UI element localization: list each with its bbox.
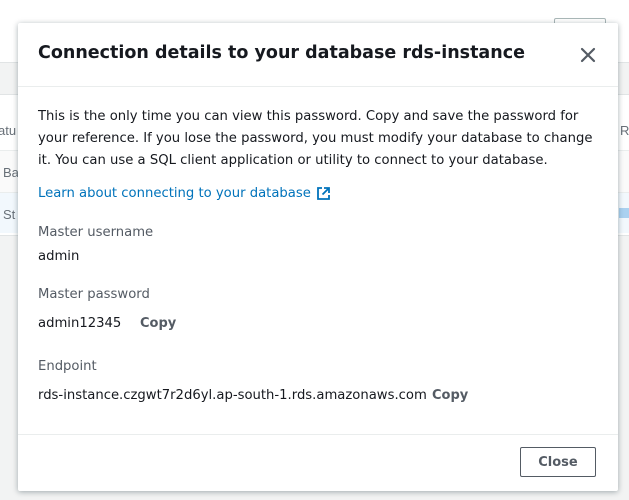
background-progress-bar	[619, 208, 629, 218]
master-username-value: admin	[38, 249, 80, 264]
background-text: Ba	[3, 165, 19, 180]
endpoint-value: rds-instance.czgwt7r2d6yl.ap-south-1.rds…	[38, 388, 427, 403]
master-password-label: Master password	[38, 287, 150, 302]
background-text: atu	[0, 123, 17, 138]
close-icon[interactable]	[579, 46, 597, 64]
endpoint-label: Endpoint	[38, 359, 97, 374]
background-text: R	[620, 123, 629, 138]
modal-footer: Close	[18, 434, 618, 492]
close-button[interactable]: Close	[520, 447, 596, 477]
modal-header: Connection details to your database rds-…	[18, 23, 618, 87]
background-text: St	[3, 207, 16, 222]
master-username-label: Master username	[38, 225, 154, 240]
copy-endpoint-button[interactable]: Copy	[432, 388, 468, 403]
learn-link-label: Learn about connecting to your database	[38, 186, 311, 201]
modal-title: Connection details to your database rds-…	[38, 43, 525, 63]
master-password-value: admin12345	[38, 316, 122, 331]
intro-text: This is the only time you can view this …	[38, 109, 593, 168]
connection-details-modal: Connection details to your database rds-…	[18, 23, 618, 491]
learn-connecting-link[interactable]: Learn about connecting to your database	[38, 186, 331, 201]
copy-password-button[interactable]: Copy	[140, 316, 176, 331]
external-link-icon	[316, 186, 331, 201]
